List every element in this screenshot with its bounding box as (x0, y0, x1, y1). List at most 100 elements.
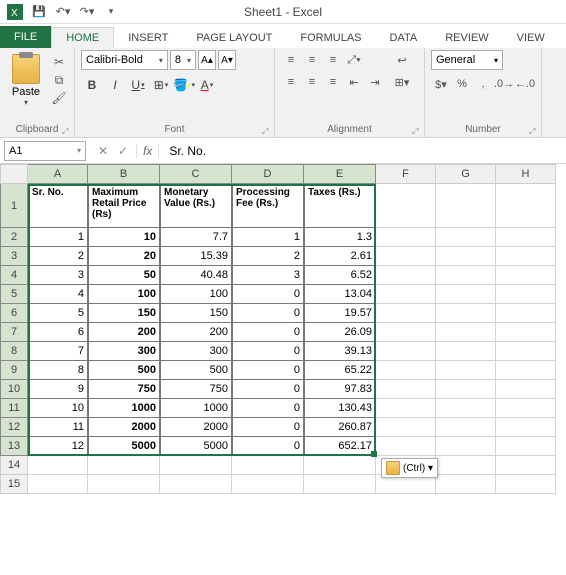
row-header-8[interactable]: 8 (0, 342, 28, 361)
currency-button[interactable]: $▾ (431, 74, 451, 94)
tab-data[interactable]: DATA (376, 28, 432, 48)
table-header-cell[interactable]: Monetary Value (Rs.) (160, 184, 232, 228)
name-box[interactable]: A1▾ (4, 141, 86, 161)
tab-formulas[interactable]: FORMULAS (286, 28, 375, 48)
empty-cell[interactable] (376, 399, 436, 418)
empty-cell[interactable] (436, 399, 496, 418)
empty-cell[interactable] (496, 184, 556, 228)
fill-color-button[interactable]: 🪣▾ (173, 74, 195, 96)
table-cell[interactable]: 0 (232, 285, 304, 304)
empty-cell[interactable] (436, 418, 496, 437)
empty-cell[interactable] (436, 304, 496, 323)
column-header-D[interactable]: D (232, 164, 304, 184)
column-header-F[interactable]: F (376, 164, 436, 184)
spreadsheet-grid[interactable]: ABCDEFGH1Sr. No.Maximum Retail Price (Rs… (0, 164, 566, 575)
column-header-B[interactable]: B (88, 164, 160, 184)
tab-view[interactable]: VIEW (503, 28, 559, 48)
align-right-button[interactable]: ≡ (323, 72, 343, 92)
empty-cell[interactable] (436, 228, 496, 247)
merge-button[interactable]: ⊞▾ (389, 72, 415, 92)
table-cell[interactable]: 10 (28, 399, 88, 418)
table-cell[interactable]: 9 (28, 380, 88, 399)
font-size-select[interactable]: 8▾ (170, 50, 196, 70)
tab-page-layout[interactable]: PAGE LAYOUT (182, 28, 286, 48)
row-header-10[interactable]: 10 (0, 380, 28, 399)
empty-cell[interactable] (436, 266, 496, 285)
cancel-icon[interactable]: ✕ (94, 144, 112, 158)
table-cell[interactable]: 50 (88, 266, 160, 285)
paste-button[interactable]: Paste ▾ (6, 50, 46, 107)
table-cell[interactable]: 200 (160, 323, 232, 342)
empty-cell[interactable] (88, 456, 160, 475)
empty-cell[interactable] (232, 456, 304, 475)
undo-icon[interactable]: ↶▾ (52, 1, 74, 23)
empty-cell[interactable] (160, 456, 232, 475)
table-cell[interactable]: 26.09 (304, 323, 376, 342)
empty-cell[interactable] (232, 475, 304, 494)
table-cell[interactable]: 1000 (88, 399, 160, 418)
empty-cell[interactable] (436, 437, 496, 456)
empty-cell[interactable] (28, 475, 88, 494)
table-cell[interactable]: 0 (232, 437, 304, 456)
table-cell[interactable]: 2 (232, 247, 304, 266)
column-header-G[interactable]: G (436, 164, 496, 184)
table-cell[interactable]: 0 (232, 399, 304, 418)
empty-cell[interactable] (376, 266, 436, 285)
table-cell[interactable]: 4 (28, 285, 88, 304)
empty-cell[interactable] (436, 475, 496, 494)
table-cell[interactable]: 7 (28, 342, 88, 361)
empty-cell[interactable] (436, 247, 496, 266)
paste-options-button[interactable]: (Ctrl) ▾ (381, 458, 438, 478)
empty-cell[interactable] (496, 399, 556, 418)
tab-home[interactable]: HOME (51, 27, 114, 48)
table-cell[interactable]: 97.83 (304, 380, 376, 399)
table-cell[interactable]: 100 (160, 285, 232, 304)
row-header-15[interactable]: 15 (0, 475, 28, 494)
table-cell[interactable]: 0 (232, 323, 304, 342)
table-cell[interactable]: 11 (28, 418, 88, 437)
table-cell[interactable]: 0 (232, 304, 304, 323)
save-icon[interactable]: 💾 (28, 1, 50, 23)
fx-icon[interactable]: fx (136, 144, 159, 158)
table-cell[interactable]: 19.57 (304, 304, 376, 323)
empty-cell[interactable] (496, 323, 556, 342)
table-cell[interactable]: 12 (28, 437, 88, 456)
table-cell[interactable]: 13.04 (304, 285, 376, 304)
table-cell[interactable]: 100 (88, 285, 160, 304)
table-cell[interactable]: 500 (88, 361, 160, 380)
table-cell[interactable]: 1.3 (304, 228, 376, 247)
empty-cell[interactable] (28, 456, 88, 475)
empty-cell[interactable] (304, 456, 376, 475)
row-header-6[interactable]: 6 (0, 304, 28, 323)
grow-font-button[interactable]: A▴ (198, 50, 216, 70)
italic-button[interactable]: I (104, 74, 126, 96)
empty-cell[interactable] (376, 247, 436, 266)
row-header-7[interactable]: 7 (0, 323, 28, 342)
tab-review[interactable]: REVIEW (431, 28, 502, 48)
empty-cell[interactable] (496, 304, 556, 323)
empty-cell[interactable] (436, 456, 496, 475)
table-cell[interactable]: 0 (232, 418, 304, 437)
table-cell[interactable]: 300 (160, 342, 232, 361)
empty-cell[interactable] (376, 228, 436, 247)
table-cell[interactable]: 2000 (160, 418, 232, 437)
table-cell[interactable]: 1 (28, 228, 88, 247)
row-header-13[interactable]: 13 (0, 437, 28, 456)
tab-insert[interactable]: INSERT (114, 28, 182, 48)
row-header-11[interactable]: 11 (0, 399, 28, 418)
orientation-button[interactable]: ⤢▾ (344, 50, 364, 70)
table-cell[interactable]: 1000 (160, 399, 232, 418)
table-header-cell[interactable]: Taxes (Rs.) (304, 184, 376, 228)
table-cell[interactable]: 0 (232, 342, 304, 361)
empty-cell[interactable] (496, 228, 556, 247)
copy-icon[interactable]: ⧉ (50, 72, 68, 88)
font-color-button[interactable]: A▾ (196, 74, 218, 96)
row-header-5[interactable]: 5 (0, 285, 28, 304)
font-family-select[interactable]: Calibri-Bold▾ (81, 50, 168, 70)
column-header-C[interactable]: C (160, 164, 232, 184)
enter-icon[interactable]: ✓ (114, 144, 132, 158)
empty-cell[interactable] (496, 342, 556, 361)
empty-cell[interactable] (160, 475, 232, 494)
qat-customize-icon[interactable]: ▾ (100, 1, 122, 23)
empty-cell[interactable] (88, 475, 160, 494)
